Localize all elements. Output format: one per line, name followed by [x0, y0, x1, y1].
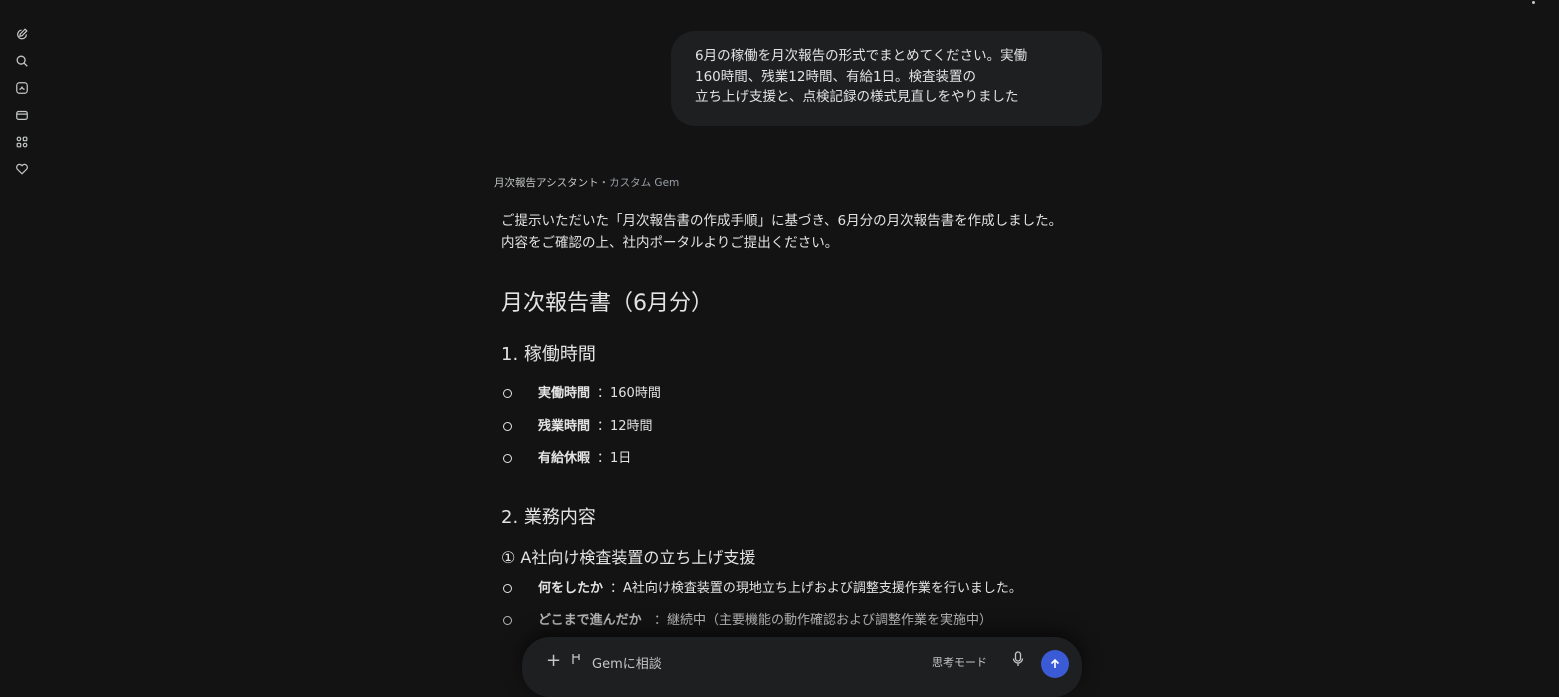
heart-icon[interactable]	[14, 161, 30, 177]
bullet-icon	[503, 616, 512, 625]
apps-icon[interactable]	[14, 134, 30, 150]
user-message-bubble: 6月の稼働を月次報告の形式でまとめてください。実働 160時間、残業12時間、有…	[671, 31, 1102, 126]
section-heading: 2. 業務内容	[501, 507, 596, 528]
user-message-line: 立ち上げ支援と、点検記録の様式見直しをやりました	[695, 89, 1019, 105]
bullet-icon	[503, 389, 512, 398]
item-value: ：A社向け検査装置の現地立ち上げおよび調整支援作業を行いました。	[610, 581, 1022, 596]
bullet-icon	[503, 584, 512, 593]
item-label: 実働時間	[538, 386, 591, 401]
more-options-icon[interactable]	[1530, 0, 1538, 6]
gem-separator: ・	[598, 177, 610, 189]
gem-name: 月次報告アシスタント	[494, 177, 599, 189]
intro-line: ご提示いただいた「月次報告書の作成手順」に基づき、6月分の月次報告書を作成しまし…	[501, 213, 1063, 229]
user-message-line: 6月の稼働を月次報告の形式でまとめてください。実働	[695, 48, 1028, 64]
new-chat-icon[interactable]	[14, 26, 30, 42]
mode-selector[interactable]: 思考モード	[932, 654, 987, 670]
item-label: 残業時間	[538, 419, 591, 434]
subsection-heading: ① A社向け検査装置の立ち上げ支援	[501, 548, 756, 567]
prompt-input[interactable]	[590, 652, 874, 676]
tools-icon[interactable]	[14, 107, 30, 123]
add-icon[interactable]: +	[546, 650, 561, 671]
list-item: 実働時間 ：160時間	[503, 384, 661, 404]
sidebar	[0, 0, 44, 660]
gem-manager-icon[interactable]	[14, 80, 30, 96]
intro-line: 内容をご確認の上、社内ポータルよりご提出ください。	[501, 235, 839, 251]
item-value: ：160時間	[597, 386, 661, 401]
tools-icon[interactable]	[570, 651, 584, 665]
list-item: 有給休暇 ：1日	[503, 449, 631, 469]
bullet-icon	[503, 422, 512, 431]
microphone-icon[interactable]	[1012, 651, 1024, 667]
item-label: 何をしたか	[538, 581, 604, 596]
report-title: 月次報告書（6月分）	[501, 291, 713, 316]
section-heading: 1. 稼働時間	[501, 344, 596, 365]
send-button[interactable]	[1041, 650, 1069, 678]
gem-type: カスタム Gem	[609, 177, 680, 189]
item-value: ：12時間	[597, 419, 653, 434]
user-message-line: 160時間、残業12時間、有給1日。検査装置の	[695, 68, 977, 85]
item-value: ：継続中（主要機能の動作確認および調整作業を実施中）	[654, 613, 993, 628]
item-value: ：1日	[597, 451, 632, 466]
item-label: 有給休暇	[538, 451, 591, 466]
list-item: 残業時間 ：12時間	[503, 417, 653, 437]
prompt-input-bar: + 思考モード	[522, 637, 1082, 697]
gem-label: 月次報告アシスタント・カスタム Gem	[494, 175, 679, 190]
list-item: 何をしたか ：A社向け検査装置の現地立ち上げおよび調整支援作業を行いました。	[503, 579, 1022, 599]
list-item: どこまで進んだか ：継続中（主要機能の動作確認および調整作業を実施中）	[503, 611, 992, 631]
bullet-icon	[503, 454, 512, 463]
item-label: どこまで進んだか	[538, 613, 642, 628]
response-intro: ご提示いただいた「月次報告書の作成手順」に基づき、6月分の月次報告書を作成しまし…	[501, 210, 1062, 254]
search-icon[interactable]	[14, 53, 30, 69]
